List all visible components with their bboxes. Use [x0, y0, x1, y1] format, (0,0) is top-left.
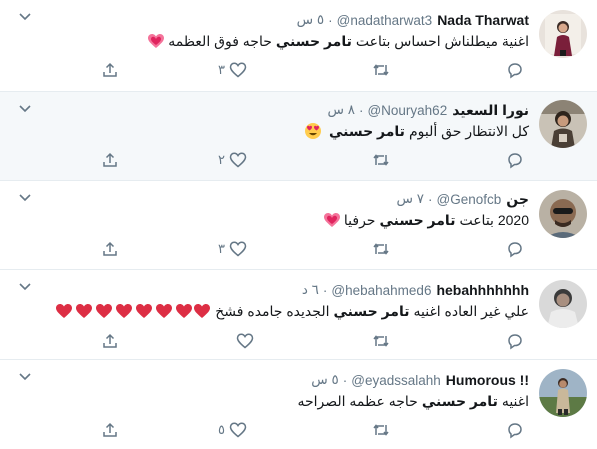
retweet-icon [373, 335, 389, 347]
retweet-button[interactable] [372, 150, 390, 170]
chevron-down-icon[interactable] [18, 282, 32, 292]
user-handle[interactable]: @Nouryah62 [367, 103, 447, 118]
user-handle[interactable]: @hebahahmed6 [331, 283, 431, 298]
heart-icon [229, 241, 247, 257]
chevron-down-icon[interactable] [18, 372, 32, 382]
chevron-down-icon[interactable] [18, 12, 32, 22]
retweet-button[interactable] [372, 60, 390, 80]
display-name[interactable]: Nada Tharwat [437, 12, 529, 28]
like-count: ٣ [218, 62, 225, 77]
red-heart-icon [55, 303, 211, 319]
share-button[interactable] [101, 239, 119, 259]
retweet-icon [373, 64, 389, 76]
tweet[interactable]: Nada Tharwat @nadatharwat3 · ٥ س اغنية م… [0, 0, 597, 92]
reply-button[interactable] [506, 239, 524, 259]
timestamp[interactable]: ٨ س [327, 102, 355, 118]
reply-icon [508, 153, 522, 169]
retweet-icon [373, 154, 389, 166]
display-name[interactable]: hebahhhhhhh [436, 282, 529, 298]
share-button[interactable] [101, 420, 119, 440]
highlighted-term: تامر حسني [421, 392, 498, 409]
tweet[interactable]: hebahhhhhhh @hebahahmed6 · ٦ د علي غير ا… [0, 270, 597, 360]
display-name[interactable]: جن [506, 191, 529, 208]
timestamp[interactable]: ٧ س [397, 191, 425, 207]
like-count: ٥ [218, 422, 225, 437]
tweet-text: كل الانتظار حق ألبوم تامر حسني [301, 120, 529, 142]
retweet-button[interactable] [372, 420, 390, 440]
timestamp[interactable]: ٦ د [302, 282, 319, 298]
heart-icon [229, 152, 247, 168]
reply-icon [508, 334, 522, 350]
share-icon [103, 422, 117, 437]
chevron-down-icon[interactable] [18, 104, 32, 114]
avatar[interactable] [539, 369, 587, 417]
retweet-button[interactable] [372, 239, 390, 259]
share-button[interactable] [101, 331, 119, 351]
reply-button[interactable] [506, 60, 524, 80]
tweet[interactable]: Humorous !! @eyadssalahh · ٥ س اغنيه تام… [0, 360, 597, 449]
avatar[interactable] [539, 10, 587, 58]
highlighted-term: تامر حسني [333, 302, 410, 319]
like-count: ٣ [218, 241, 225, 256]
chevron-down-icon[interactable] [18, 193, 32, 203]
share-icon [103, 333, 117, 348]
retweet-icon [373, 424, 389, 436]
reply-button[interactable] [506, 150, 524, 170]
like-button[interactable]: ٥ [218, 420, 247, 440]
like-count: ٢ [218, 152, 225, 167]
heart-icon [229, 62, 247, 78]
display-name[interactable]: نورا السعيد [452, 102, 529, 119]
avatar[interactable] [539, 280, 587, 328]
reply-icon [508, 63, 522, 79]
sparkling-heart-icon [323, 212, 341, 228]
tweet-header: Humorous !! @eyadssalahh · ٥ س [311, 372, 529, 388]
user-handle[interactable]: @Genofcb [437, 192, 502, 207]
retweet-icon [373, 243, 389, 255]
display-name[interactable]: Humorous !! [446, 372, 529, 388]
like-button[interactable] [236, 331, 254, 351]
avatar[interactable] [539, 190, 587, 238]
tweet-text: 2020 بتاعت تامر حسني حرفيا [320, 209, 529, 231]
reply-icon [508, 242, 522, 258]
tweet-header: نورا السعيد @Nouryah62 · ٨ س [327, 101, 529, 119]
reply-button[interactable] [506, 331, 524, 351]
sparkling-heart-icon [147, 33, 165, 49]
like-button[interactable]: ٢ [218, 150, 247, 170]
timestamp[interactable]: ٥ س [297, 12, 325, 28]
share-button[interactable] [101, 60, 119, 80]
tweet-text: علي غير العاده اغنيه تامر حسني الجديده ج… [52, 300, 529, 322]
share-button[interactable] [101, 150, 119, 170]
timestamp[interactable]: ٥ س [311, 372, 339, 388]
tweet-header: جن @Genofcb · ٧ س [396, 190, 529, 208]
retweet-button[interactable] [372, 331, 390, 351]
highlighted-term: تامر حسني [275, 32, 352, 49]
heart-icon [229, 422, 247, 438]
user-handle[interactable]: @eyadssalahh [351, 373, 441, 388]
tweet-text: اغنية ميطلناش احساس بتاعت تامر حسني حاجه… [144, 30, 529, 52]
heart-icon [236, 333, 254, 349]
reply-button[interactable] [506, 420, 524, 440]
highlighted-term: تامر حسني [379, 211, 456, 228]
like-button[interactable]: ٣ [218, 60, 247, 80]
reply-icon [508, 423, 522, 439]
tweet-header: Nada Tharwat @nadatharwat3 · ٥ س [296, 12, 529, 28]
heart-eyes-icon [304, 122, 322, 140]
like-button[interactable]: ٣ [218, 239, 247, 259]
share-icon [103, 62, 117, 77]
tweet[interactable]: نورا السعيد @Nouryah62 · ٨ س كل الانتظار… [0, 92, 597, 181]
avatar[interactable] [539, 100, 587, 148]
highlighted-term: تامر حسني [328, 122, 405, 139]
tweet-header: hebahhhhhhh @hebahahmed6 · ٦ د [301, 282, 529, 298]
share-icon [103, 152, 117, 167]
tweet-text: اغنيه تامر حسني حاجه عظمه الصراحه [297, 392, 529, 409]
share-icon [103, 241, 117, 256]
tweet[interactable]: جن @Genofcb · ٧ س 2020 بتاعت تامر حسني ح… [0, 181, 597, 270]
user-handle[interactable]: @nadatharwat3 [337, 13, 433, 28]
